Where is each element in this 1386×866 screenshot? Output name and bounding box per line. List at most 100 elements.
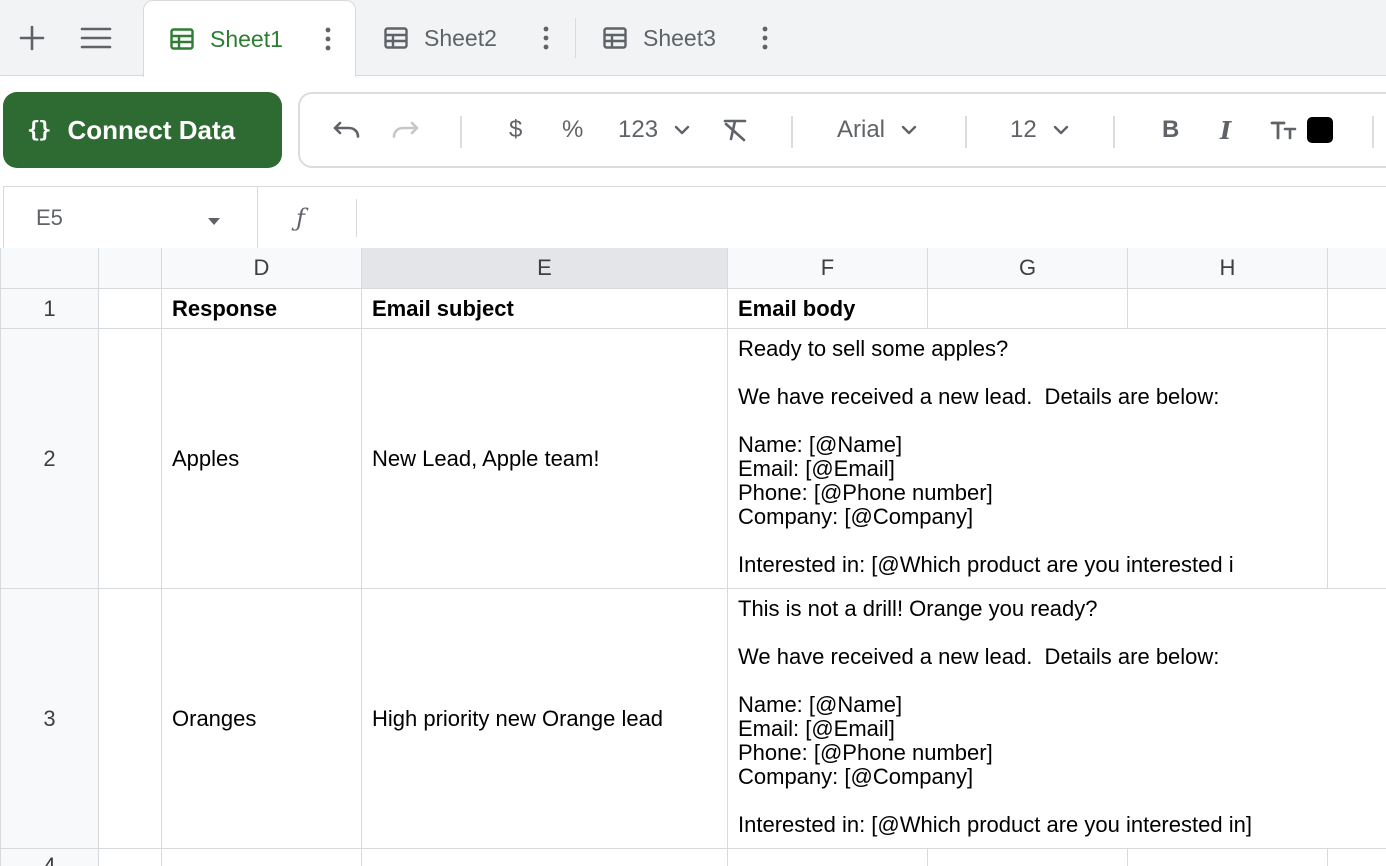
- font-family-dropdown[interactable]: Arial: [837, 94, 917, 166]
- email-body-line: [738, 621, 1386, 645]
- currency-format-button[interactable]: $: [509, 94, 522, 166]
- cell-h1[interactable]: [1128, 289, 1328, 329]
- column-header-hidden[interactable]: [99, 248, 162, 289]
- column-header-g[interactable]: G: [928, 248, 1128, 289]
- chevron-down-icon: [674, 125, 690, 135]
- number-format-label: 123: [618, 116, 659, 143]
- formula-bar-divider: [356, 199, 357, 237]
- tab-label: Sheet1: [210, 25, 283, 52]
- email-body-line: [738, 409, 1327, 433]
- function-icon: ƒ: [296, 203, 305, 232]
- email-body-line: [738, 669, 1386, 693]
- cell-i4[interactable]: [1328, 849, 1386, 866]
- text-size-icon[interactable]: [1270, 94, 1298, 166]
- column-header-e[interactable]: E: [362, 248, 728, 289]
- italic-button[interactable]: I: [1220, 94, 1231, 166]
- column-header-d[interactable]: D: [162, 248, 362, 289]
- connect-data-button[interactable]: {} Connect Data: [3, 92, 282, 168]
- toolbar-divider: [1372, 116, 1374, 148]
- tab-options-icon[interactable]: [542, 26, 550, 50]
- email-body-line: [738, 529, 1327, 553]
- braces-icon: {}: [27, 117, 51, 143]
- cell-i2[interactable]: [1328, 329, 1386, 589]
- cell-f1[interactable]: Email body: [728, 289, 928, 329]
- cell-h4[interactable]: [1128, 849, 1328, 866]
- toolbar-divider: [791, 116, 793, 148]
- font-size-label: 12: [1010, 116, 1037, 143]
- sheet-grid-icon: [384, 27, 408, 49]
- cell-d4[interactable]: [162, 849, 362, 866]
- tab-options-icon[interactable]: [761, 26, 769, 50]
- tab-sheet3[interactable]: Sheet3: [603, 0, 783, 76]
- tab-sheet2[interactable]: Sheet2: [384, 0, 564, 76]
- cell-g1[interactable]: [928, 289, 1128, 329]
- undo-icon[interactable]: [332, 94, 362, 166]
- percent-format-button[interactable]: %: [562, 94, 583, 166]
- email-body-line: We have received a new lead. Details are…: [738, 644, 1220, 669]
- redo-icon[interactable]: [390, 94, 420, 166]
- cell-e2[interactable]: New Lead, Apple team!: [362, 329, 728, 589]
- row-header-3[interactable]: 3: [0, 589, 99, 849]
- font-family-label: Arial: [837, 116, 886, 143]
- spreadsheet-grid[interactable]: D E F G H 1 Response Email subject Email…: [0, 248, 1386, 866]
- email-body-line: Company: [@Company]: [738, 504, 974, 529]
- cell-e1[interactable]: Email subject: [362, 289, 728, 329]
- cell-d2[interactable]: Apples: [162, 329, 362, 589]
- toolbar-divider: [965, 116, 967, 148]
- cell-f4[interactable]: [728, 849, 928, 866]
- cell-d1[interactable]: Response: [162, 289, 362, 329]
- cell-e3[interactable]: High priority new Orange lead: [362, 589, 728, 849]
- select-all-corner[interactable]: [0, 248, 99, 289]
- email-body-line: Phone: [@Phone number]: [738, 480, 993, 505]
- email-body-line: Phone: [@Phone number]: [738, 740, 993, 765]
- cell-c3[interactable]: [99, 589, 162, 849]
- email-body-line: This is not a drill! Orange you ready?: [738, 596, 1098, 621]
- email-body-line: Ready to sell some apples?: [738, 336, 1009, 361]
- add-sheet-icon[interactable]: [14, 20, 50, 56]
- email-body-line: Name: [@Name]: [738, 692, 903, 717]
- tab-sheet1[interactable]: Sheet1: [143, 0, 356, 77]
- cell-i1[interactable]: [1328, 289, 1386, 329]
- tab-options-icon[interactable]: [324, 27, 332, 51]
- tab-label: Sheet2: [424, 24, 497, 51]
- tab-label: Sheet3: [643, 24, 716, 51]
- email-body-line: Interested in: [@Which product are you i…: [738, 812, 1252, 837]
- formula-bar: E5 ƒ: [3, 186, 1386, 249]
- chevron-down-icon: [901, 125, 917, 135]
- email-body-line: Email: [@Email]: [738, 456, 895, 481]
- sheet-grid-icon: [170, 28, 194, 50]
- cell-f3[interactable]: This is not a drill! Orange you ready? W…: [728, 589, 1386, 849]
- column-header-i[interactable]: [1328, 248, 1386, 289]
- column-header-h[interactable]: H: [1128, 248, 1328, 289]
- caret-down-icon[interactable]: [208, 213, 220, 231]
- sheet-tab-bar: Sheet1 Sheet2 Sheet3: [0, 0, 1386, 77]
- cell-e4[interactable]: [362, 849, 728, 866]
- row-header-1[interactable]: 1: [0, 289, 99, 329]
- cell-reference-box[interactable]: E5: [36, 187, 63, 248]
- column-header-f[interactable]: F: [728, 248, 928, 289]
- row-header-2[interactable]: 2: [0, 329, 99, 589]
- all-sheets-menu-icon[interactable]: [78, 20, 114, 56]
- font-size-dropdown[interactable]: 12: [1010, 94, 1069, 166]
- cell-c1[interactable]: [99, 289, 162, 329]
- chevron-down-icon: [1053, 125, 1069, 135]
- email-body-line: [738, 789, 1386, 813]
- number-format-dropdown[interactable]: 123: [618, 94, 690, 166]
- tab-divider: [575, 18, 576, 58]
- cell-c2[interactable]: [99, 329, 162, 589]
- cell-d3[interactable]: Oranges: [162, 589, 362, 849]
- cell-g4[interactable]: [928, 849, 1128, 866]
- formatting-toolbar: $ % 123 Arial 12 B I: [298, 92, 1386, 168]
- clear-formatting-icon[interactable]: [722, 94, 748, 166]
- row-header-4[interactable]: 4: [0, 849, 99, 866]
- email-body-line: Company: [@Company]: [738, 764, 974, 789]
- email-body-line: Email: [@Email]: [738, 716, 895, 741]
- cell-c4[interactable]: [99, 849, 162, 866]
- text-color-button[interactable]: [1307, 94, 1333, 166]
- email-body-line: [738, 361, 1327, 385]
- bold-button[interactable]: B: [1162, 94, 1179, 166]
- cell-f2[interactable]: Ready to sell some apples? We have recei…: [728, 329, 1328, 589]
- email-body-line: Interested in: [@Which product are you i…: [738, 552, 1234, 577]
- email-body-line: We have received a new lead. Details are…: [738, 384, 1220, 409]
- sheet-grid-icon: [603, 27, 627, 49]
